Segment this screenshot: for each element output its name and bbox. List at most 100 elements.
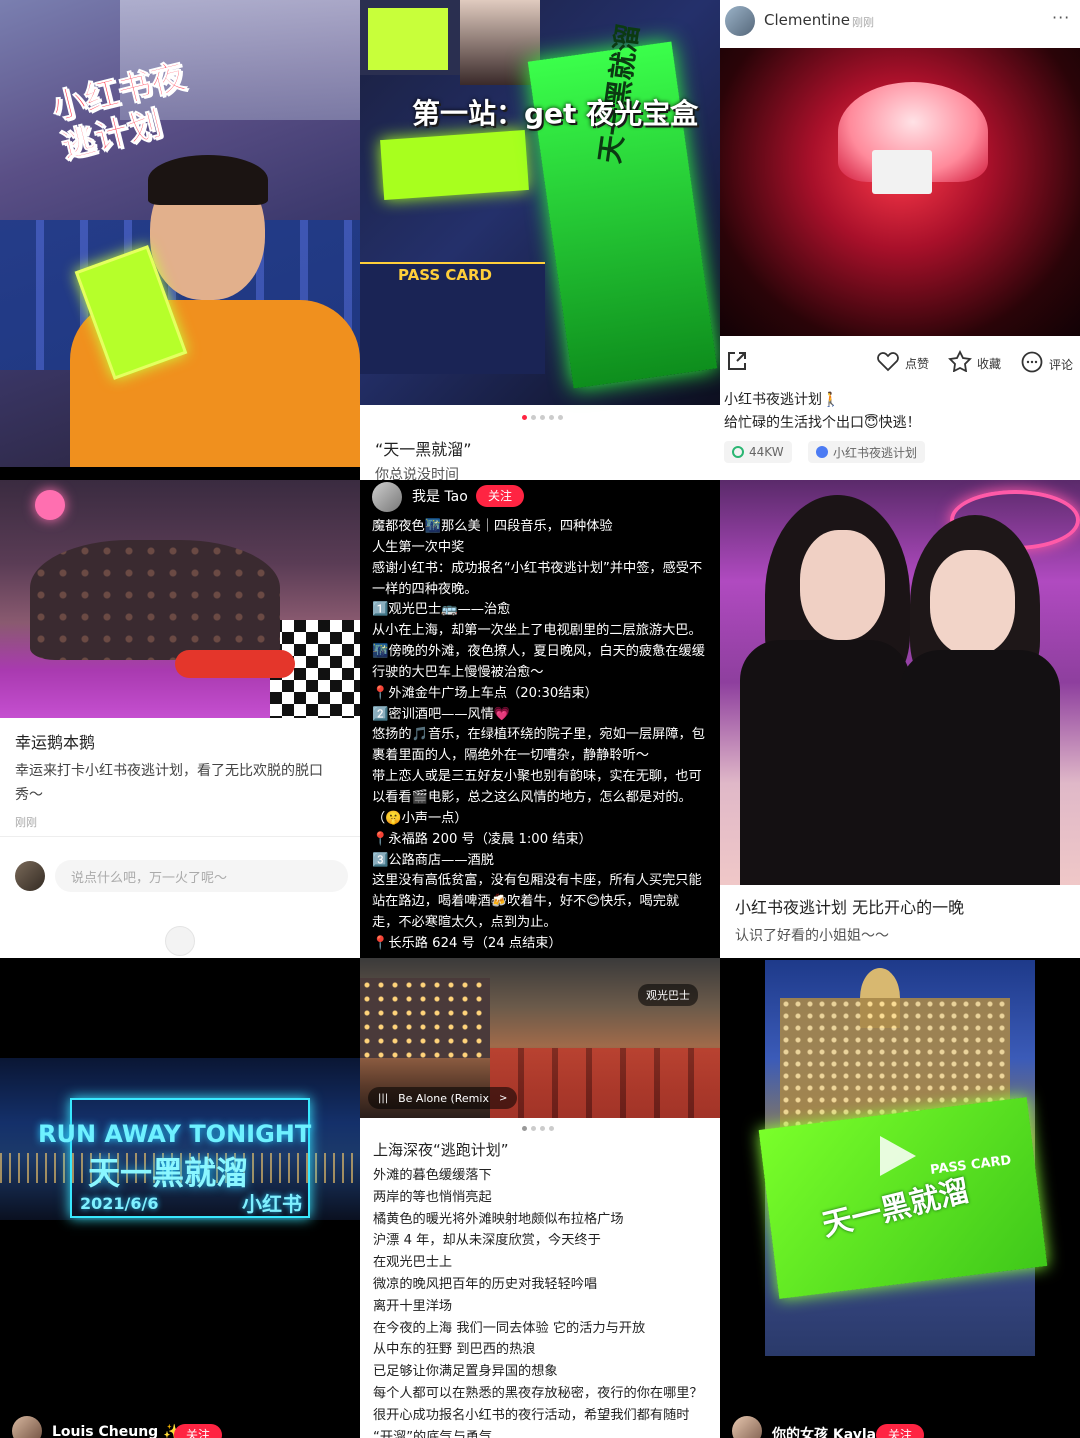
body-line: 行驶的大巴车上慢慢被治愈～ bbox=[372, 664, 544, 680]
author-name[interactable]: Clementine bbox=[764, 11, 850, 29]
follow-button[interactable]: 关注 bbox=[476, 485, 525, 507]
author-avatar[interactable] bbox=[372, 482, 402, 512]
body-line: 已足够让你满足置身异国的想象 bbox=[373, 1364, 558, 1380]
post-title: “天一黑就溜” bbox=[375, 440, 472, 459]
body-line: 1️⃣观光巴士🚌——治愈 bbox=[372, 602, 511, 618]
body-line: 以看看🎬电影，总之这么风情的地方，怎么都是对的。 bbox=[372, 789, 692, 805]
pass-card-label: PASS CARD bbox=[398, 266, 492, 284]
comment-button[interactable]: 评论 bbox=[1020, 350, 1073, 378]
follow-button[interactable]: 关注 bbox=[876, 1424, 925, 1438]
topic-chip[interactable]: 小红书夜逃计划 bbox=[808, 441, 926, 463]
body-line: 📍外滩金牛广场上车点（20:30结束） bbox=[372, 685, 598, 701]
body-line: 3️⃣公路商店——酒脱 bbox=[372, 852, 494, 868]
heart-icon bbox=[876, 350, 900, 376]
favorite-label: 收藏 bbox=[977, 356, 1002, 371]
neon-sign bbox=[35, 490, 65, 520]
eye-icon bbox=[732, 446, 744, 458]
follow-label: 关注 bbox=[876, 1424, 925, 1438]
body-line: 离开十里洋场 bbox=[373, 1298, 453, 1314]
follow-label: 关注 bbox=[476, 485, 525, 507]
post-time: 刚刚 bbox=[15, 816, 37, 829]
location-tag[interactable]: 观光巴士 bbox=[638, 984, 698, 1006]
post-title: 上海深夜“逃跑计划” bbox=[373, 1141, 509, 1159]
neon-brand: 小红书 bbox=[242, 1192, 302, 1216]
topic-label: 小红书夜逃计划 bbox=[833, 445, 918, 460]
post-body: 魔都夜色🌃那么美｜四段音乐，四种体验 人生第一次中奖 感谢小红书：成功报名“小红… bbox=[372, 517, 717, 955]
author-avatar[interactable] bbox=[12, 1416, 42, 1438]
share-icon[interactable] bbox=[726, 350, 748, 372]
body-line: 人生第一次中奖 bbox=[372, 539, 465, 555]
like-label: 点赞 bbox=[905, 356, 930, 371]
body-line: 从小在上海，却第一次坐上了电视剧里的二层旅游大巴。 bbox=[372, 623, 702, 639]
neon-line2: 天一黑就溜 bbox=[88, 1154, 249, 1192]
favorite-button[interactable]: 收藏 bbox=[948, 349, 1002, 376]
small-green-box bbox=[368, 8, 448, 70]
body-line: 2️⃣密训酒吧——风情💗 bbox=[372, 706, 511, 722]
girl-left-face bbox=[800, 530, 885, 640]
like-button[interactable]: 点赞 bbox=[876, 350, 929, 376]
post-body-line1: 幸运来打卡小红书夜逃计划，看了无比欢脱的脱口 bbox=[15, 763, 323, 779]
body-line: 悠扬的🎵音乐，在绿植环绕的院子里，宛如一层屏障，包 bbox=[372, 727, 705, 743]
post-title: 幸运鹅本鹅 bbox=[15, 733, 96, 752]
carousel-dots bbox=[522, 1126, 554, 1131]
more-icon[interactable]: ··· bbox=[1052, 8, 1070, 27]
hand-card bbox=[872, 150, 932, 194]
body-line: 📍长乐路 624 号（24 点结束） bbox=[372, 935, 562, 951]
body-line: 走，不必寒暄太久，点到为止。 bbox=[372, 915, 557, 931]
divider bbox=[0, 836, 360, 837]
post-cell-crowd[interactable]: 幸运鹅本鹅 幸运来打卡小红书夜逃计划，看了无比欢脱的脱口 秀～ 刚刚 说点什么吧… bbox=[0, 480, 360, 958]
body-line: 很开心成功报名小红书的夜行活动，希望我们都有随时 bbox=[373, 1407, 690, 1423]
body-line: 站在路边，喝着啤酒🍻吹着牛，好不😊快乐，喝完就 bbox=[372, 894, 680, 910]
post-time: 刚刚 bbox=[852, 16, 874, 29]
post-cell-tao[interactable]: 我是 Tao 关注 魔都夜色🌃那么美｜四段音乐，四种体验 人生第一次中奖 感谢小… bbox=[360, 480, 720, 958]
post-body: 给忙碌的生活找个出口😇快逃！ bbox=[724, 415, 921, 431]
body-line: 橘黄色的暖光将外滩映射地颇似布拉格广场 bbox=[373, 1211, 624, 1227]
neon-line1: RUN AWAY TONIGHT bbox=[38, 1120, 312, 1148]
author-name[interactable]: 我是 Tao bbox=[412, 486, 468, 506]
post-body-line2: 秀～ bbox=[15, 787, 43, 803]
views-count: 44KW bbox=[749, 445, 784, 459]
neon-date: 2021/6/6 bbox=[80, 1194, 159, 1213]
body-line: 🌃傍晚的外滩，夜色撩人，夏日晚风，白天的疲惫在缓缓 bbox=[372, 644, 705, 660]
follow-label: 关注 bbox=[174, 1424, 223, 1438]
post-cell-run-away[interactable]: RUN AWAY TONIGHT 天一黑就溜 2021/6/6 小红书 Loui… bbox=[0, 958, 360, 1438]
body-line: 一样的四种夜晚。 bbox=[372, 581, 478, 597]
follow-button[interactable]: 关注 bbox=[174, 1424, 223, 1438]
body-line: （🤫小声一点） bbox=[372, 810, 468, 826]
views-chip: 44KW bbox=[724, 441, 792, 463]
star-icon bbox=[948, 349, 972, 376]
bus-seats bbox=[490, 1048, 720, 1118]
author-name[interactable]: 你的女孩 Kayla bbox=[772, 1424, 876, 1438]
post-title: 小红书夜逃计划🚶 bbox=[724, 392, 840, 408]
body-line: 每个人都可以在熟悉的黑夜存放秘密，夜行的你在哪里？ bbox=[373, 1385, 703, 1401]
post-cell-glow-box[interactable]: 天一黑就溜 PASS CARD 第一站：get 夜光宝盒 “天一黑就溜” 你总说… bbox=[360, 0, 720, 480]
body-line: 两岸的等也悄悄亮起 bbox=[373, 1189, 492, 1205]
body-line: 魔都夜色🌃那么美｜四段音乐，四种体验 bbox=[372, 519, 613, 534]
comment-label: 评论 bbox=[1049, 357, 1074, 372]
body-line: 这里没有高低贫富，没有包厢没有卡座，所有人买完只能 bbox=[372, 873, 702, 889]
play-icon[interactable] bbox=[880, 1136, 916, 1176]
building-lights bbox=[360, 978, 490, 1058]
girl-right-face bbox=[930, 550, 1015, 655]
post-body: 认识了好看的小姐姐～～ bbox=[735, 928, 889, 944]
person-hair bbox=[148, 155, 268, 205]
author-avatar[interactable] bbox=[732, 1416, 762, 1438]
body-line: 在今夜的上海 我们一同去体验 它的活力与开放 bbox=[373, 1320, 646, 1336]
comment-input[interactable]: 说点什么吧，万一火了呢～ bbox=[55, 860, 348, 892]
body-line: 📍永福路 200 号（凌晨 1:00 结束） bbox=[372, 831, 592, 847]
post-body: 外滩的暮色缓缓落下 两岸的等也悄悄亮起 橘黄色的暖光将外滩映射地颇似布拉格广场 … bbox=[373, 1165, 718, 1438]
author-name[interactable]: Louis Cheung ✨ bbox=[52, 1424, 181, 1438]
comment-placeholder: 说点什么吧，万一火了呢～ bbox=[71, 870, 228, 886]
post-cell-bus[interactable]: 观光巴士 ||| Be Alone (Remix > 上海深夜“逃跑计划” 外滩… bbox=[360, 958, 720, 1438]
author-avatar[interactable] bbox=[725, 6, 755, 36]
post-cell-kayla[interactable]: 天一黑就溜 PASS CARD 你的女孩 Kayla 关注 bbox=[720, 958, 1080, 1438]
body-line: 从中东的狂野 到巴西的热浪 bbox=[373, 1342, 536, 1358]
comment-icon bbox=[1020, 350, 1044, 378]
post-cell-clementine[interactable]: Clementine 刚刚 ··· 点赞 收藏 评论 小红书夜逃计划🚶 给忙碌的… bbox=[720, 0, 1080, 480]
music-chip[interactable]: ||| Be Alone (Remix > bbox=[368, 1087, 518, 1109]
emoji-icon[interactable] bbox=[165, 926, 195, 956]
post-cell-selfie[interactable]: 小红书夜逃计划 bbox=[0, 0, 360, 467]
post-cell-friends[interactable]: 小红书夜逃计划 无比开心的一晚 认识了好看的小姐姐～～ bbox=[720, 480, 1080, 958]
body-line: “开溜”的底气与勇气 bbox=[373, 1429, 493, 1438]
left-green-box bbox=[380, 130, 529, 200]
